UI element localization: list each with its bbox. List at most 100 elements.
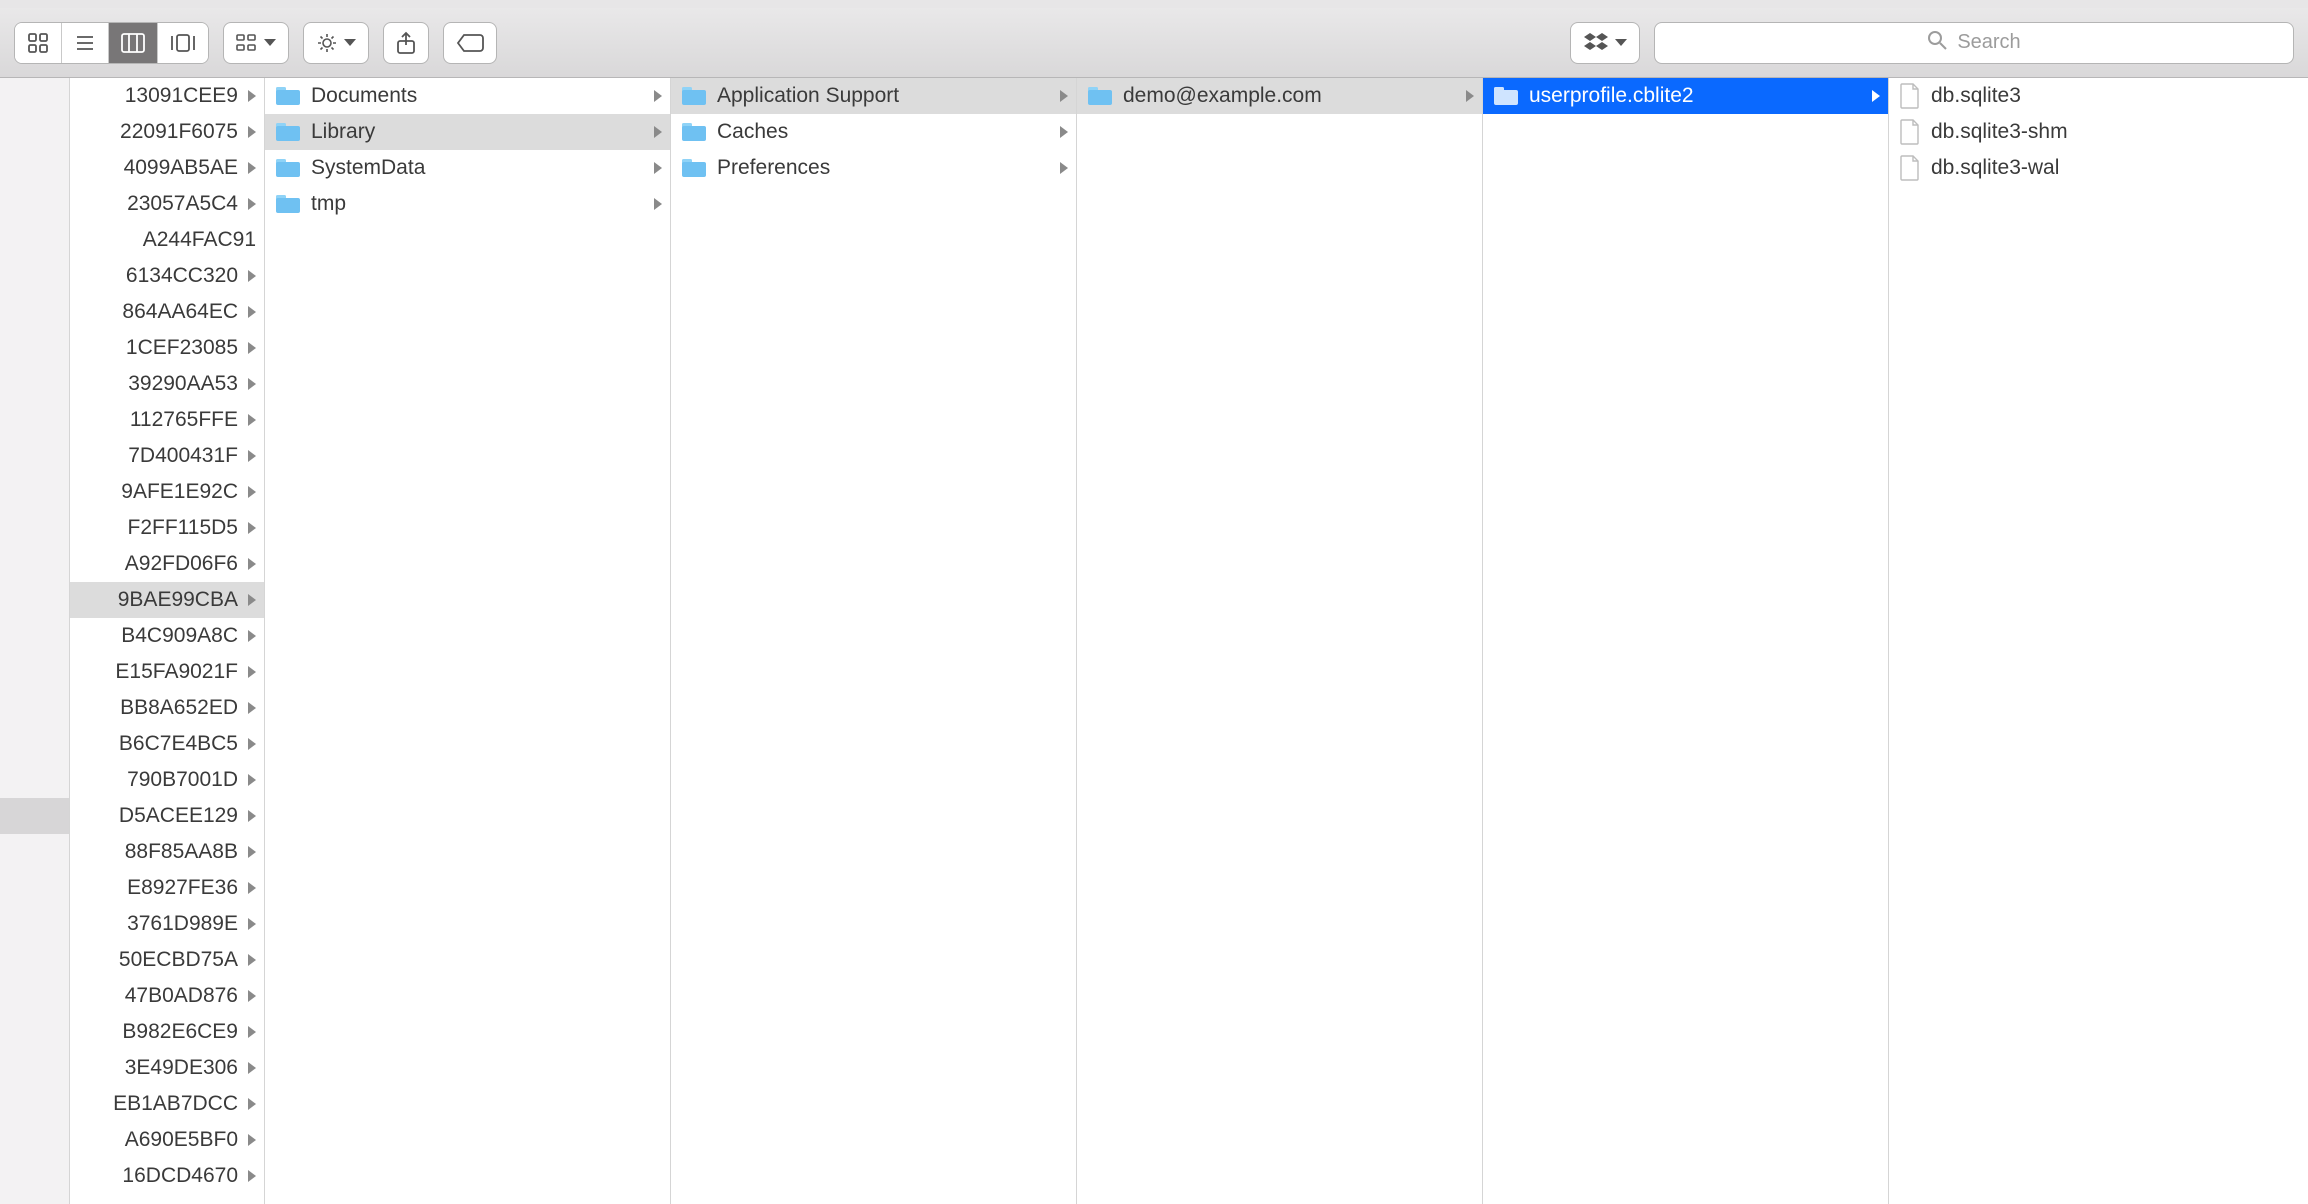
group-by-button[interactable] xyxy=(223,22,289,64)
folder-icon xyxy=(1087,85,1113,107)
list-item[interactable]: 1CEF23085 xyxy=(70,330,264,366)
item-label: B982E6CE9 xyxy=(74,1020,238,1044)
column-5[interactable]: userprofile.cblite2 xyxy=(1483,78,1889,1204)
item-label: 3761D989E xyxy=(74,912,238,936)
item-label: 47B0AD876 xyxy=(74,984,238,1008)
view-gallery-button[interactable] xyxy=(157,23,208,63)
item-label: 16DCD4670 xyxy=(74,1164,238,1188)
chevron-down-icon xyxy=(264,39,276,46)
list-item[interactable]: 9AFE1E92C xyxy=(70,474,264,510)
item-label: E8927FE36 xyxy=(74,876,238,900)
column-1[interactable]: 13091CEE922091F6075 4099AB5AE 23057A5C4 A24… xyxy=(70,78,265,1204)
list-item[interactable]: 790B7001D xyxy=(70,762,264,798)
sidebar[interactable] xyxy=(0,78,70,1204)
item-label: F2FF115D5 xyxy=(74,516,238,540)
dropbox-button[interactable] xyxy=(1570,22,1640,64)
list-item[interactable]: B6C7E4BC5 xyxy=(70,726,264,762)
column-4[interactable]: demo@example.com xyxy=(1077,78,1483,1204)
list-item[interactable]: F2FF115D5 xyxy=(70,510,264,546)
view-list-button[interactable] xyxy=(61,23,108,63)
chevron-right-icon xyxy=(1872,90,1880,102)
list-item[interactable]: 112765FFE xyxy=(70,402,264,438)
action-gear-button[interactable] xyxy=(303,22,369,64)
item-label: db.sqlite3 xyxy=(1931,84,2300,108)
share-button[interactable] xyxy=(383,22,429,64)
item-label: 23057A5C4 xyxy=(74,192,238,216)
list-item[interactable]: 9BAE99CBA xyxy=(70,582,264,618)
chevron-right-icon xyxy=(248,1026,256,1038)
list-item[interactable]: 50ECBD75A xyxy=(70,942,264,978)
chevron-right-icon xyxy=(1060,162,1068,174)
list-item[interactable]: 4099AB5AE xyxy=(70,150,264,186)
chevron-right-icon xyxy=(248,666,256,678)
item-label: 1CEF23085 xyxy=(74,336,238,360)
list-item[interactable]: A92FD06F6 xyxy=(70,546,264,582)
item-label: BB8A652ED xyxy=(74,696,238,720)
chevron-right-icon xyxy=(1466,90,1474,102)
list-item[interactable]: E8927FE36 xyxy=(70,870,264,906)
chevron-right-icon xyxy=(654,198,662,210)
list-item[interactable]: 16DCD4670 xyxy=(70,1158,264,1194)
item-label: E15FA9021F xyxy=(74,660,238,684)
list-item[interactable]: 3E49DE306 xyxy=(70,1050,264,1086)
list-item[interactable]: tmp xyxy=(265,186,670,222)
item-label: 4099AB5AE xyxy=(74,156,238,180)
list-item[interactable]: B982E6CE9 xyxy=(70,1014,264,1050)
column-6[interactable]: db.sqlite3 db.sqlite3-shm db.sqlite3-wal xyxy=(1889,78,2308,1204)
chevron-right-icon xyxy=(248,810,256,822)
chevron-right-icon xyxy=(248,990,256,1002)
item-label: 7D400431F xyxy=(74,444,238,468)
list-item[interactable]: Application Support xyxy=(671,78,1076,114)
list-item[interactable]: demo@example.com xyxy=(1077,78,1482,114)
list-item[interactable]: 7D400431F xyxy=(70,438,264,474)
chevron-right-icon xyxy=(248,1062,256,1074)
list-item[interactable]: A690E5BF0 xyxy=(70,1122,264,1158)
list-item[interactable]: 88F85AA8B xyxy=(70,834,264,870)
chevron-right-icon xyxy=(248,522,256,534)
chevron-right-icon xyxy=(248,774,256,786)
chevron-right-icon xyxy=(248,702,256,714)
list-item[interactable]: Documents xyxy=(265,78,670,114)
list-item[interactable]: 47B0AD876 xyxy=(70,978,264,1014)
list-item[interactable]: BB8A652ED xyxy=(70,690,264,726)
list-item[interactable]: 864AA64EC xyxy=(70,294,264,330)
chevron-right-icon xyxy=(1060,90,1068,102)
list-item[interactable]: 6134CC320 xyxy=(70,258,264,294)
list-item[interactable]: A244FAC91 xyxy=(70,222,264,258)
search-field[interactable]: Search xyxy=(1654,22,2294,64)
list-item[interactable]: 3761D989E xyxy=(70,906,264,942)
column-2[interactable]: DocumentsLibrarySystemDatatmp xyxy=(265,78,671,1204)
item-label: 112765FFE xyxy=(74,408,238,432)
list-item[interactable]: SystemData xyxy=(265,150,670,186)
folder-icon xyxy=(275,85,301,107)
item-label: demo@example.com xyxy=(1123,84,1456,108)
item-label: 88F85AA8B xyxy=(74,840,238,864)
chevron-right-icon xyxy=(248,738,256,750)
list-item[interactable]: 13091CEE9 xyxy=(70,78,264,114)
list-item[interactable]: db.sqlite3-shm xyxy=(1889,114,2308,150)
list-item[interactable]: B4C909A8C xyxy=(70,618,264,654)
chevron-right-icon xyxy=(248,558,256,570)
list-item[interactable]: E15FA9021F xyxy=(70,654,264,690)
list-item[interactable]: db.sqlite3 xyxy=(1889,78,2308,114)
file-icon xyxy=(1899,119,1921,145)
column-3[interactable]: Application Support CachesPreferences xyxy=(671,78,1077,1204)
list-item[interactable]: userprofile.cblite2 xyxy=(1483,78,1888,114)
list-item[interactable]: Caches xyxy=(671,114,1076,150)
item-label: 864AA64EC xyxy=(74,300,238,324)
list-item[interactable]: Library xyxy=(265,114,670,150)
toolbar: Search xyxy=(0,8,2308,78)
list-item[interactable]: 39290AA53 xyxy=(70,366,264,402)
edit-tags-button[interactable] xyxy=(443,22,497,64)
list-item[interactable]: D5ACEE129 xyxy=(70,798,264,834)
view-columns-button[interactable] xyxy=(108,23,157,63)
list-item[interactable]: 23057A5C4 xyxy=(70,186,264,222)
item-label: A92FD06F6 xyxy=(74,552,238,576)
list-item[interactable]: Preferences xyxy=(671,150,1076,186)
list-item[interactable]: EB1AB7DCC xyxy=(70,1086,264,1122)
view-icon-button[interactable] xyxy=(15,23,61,63)
list-item[interactable]: db.sqlite3-wal xyxy=(1889,150,2308,186)
item-label: db.sqlite3-shm xyxy=(1931,120,2300,144)
item-label: Application Support xyxy=(717,84,1050,108)
list-item[interactable]: 22091F6075 xyxy=(70,114,264,150)
